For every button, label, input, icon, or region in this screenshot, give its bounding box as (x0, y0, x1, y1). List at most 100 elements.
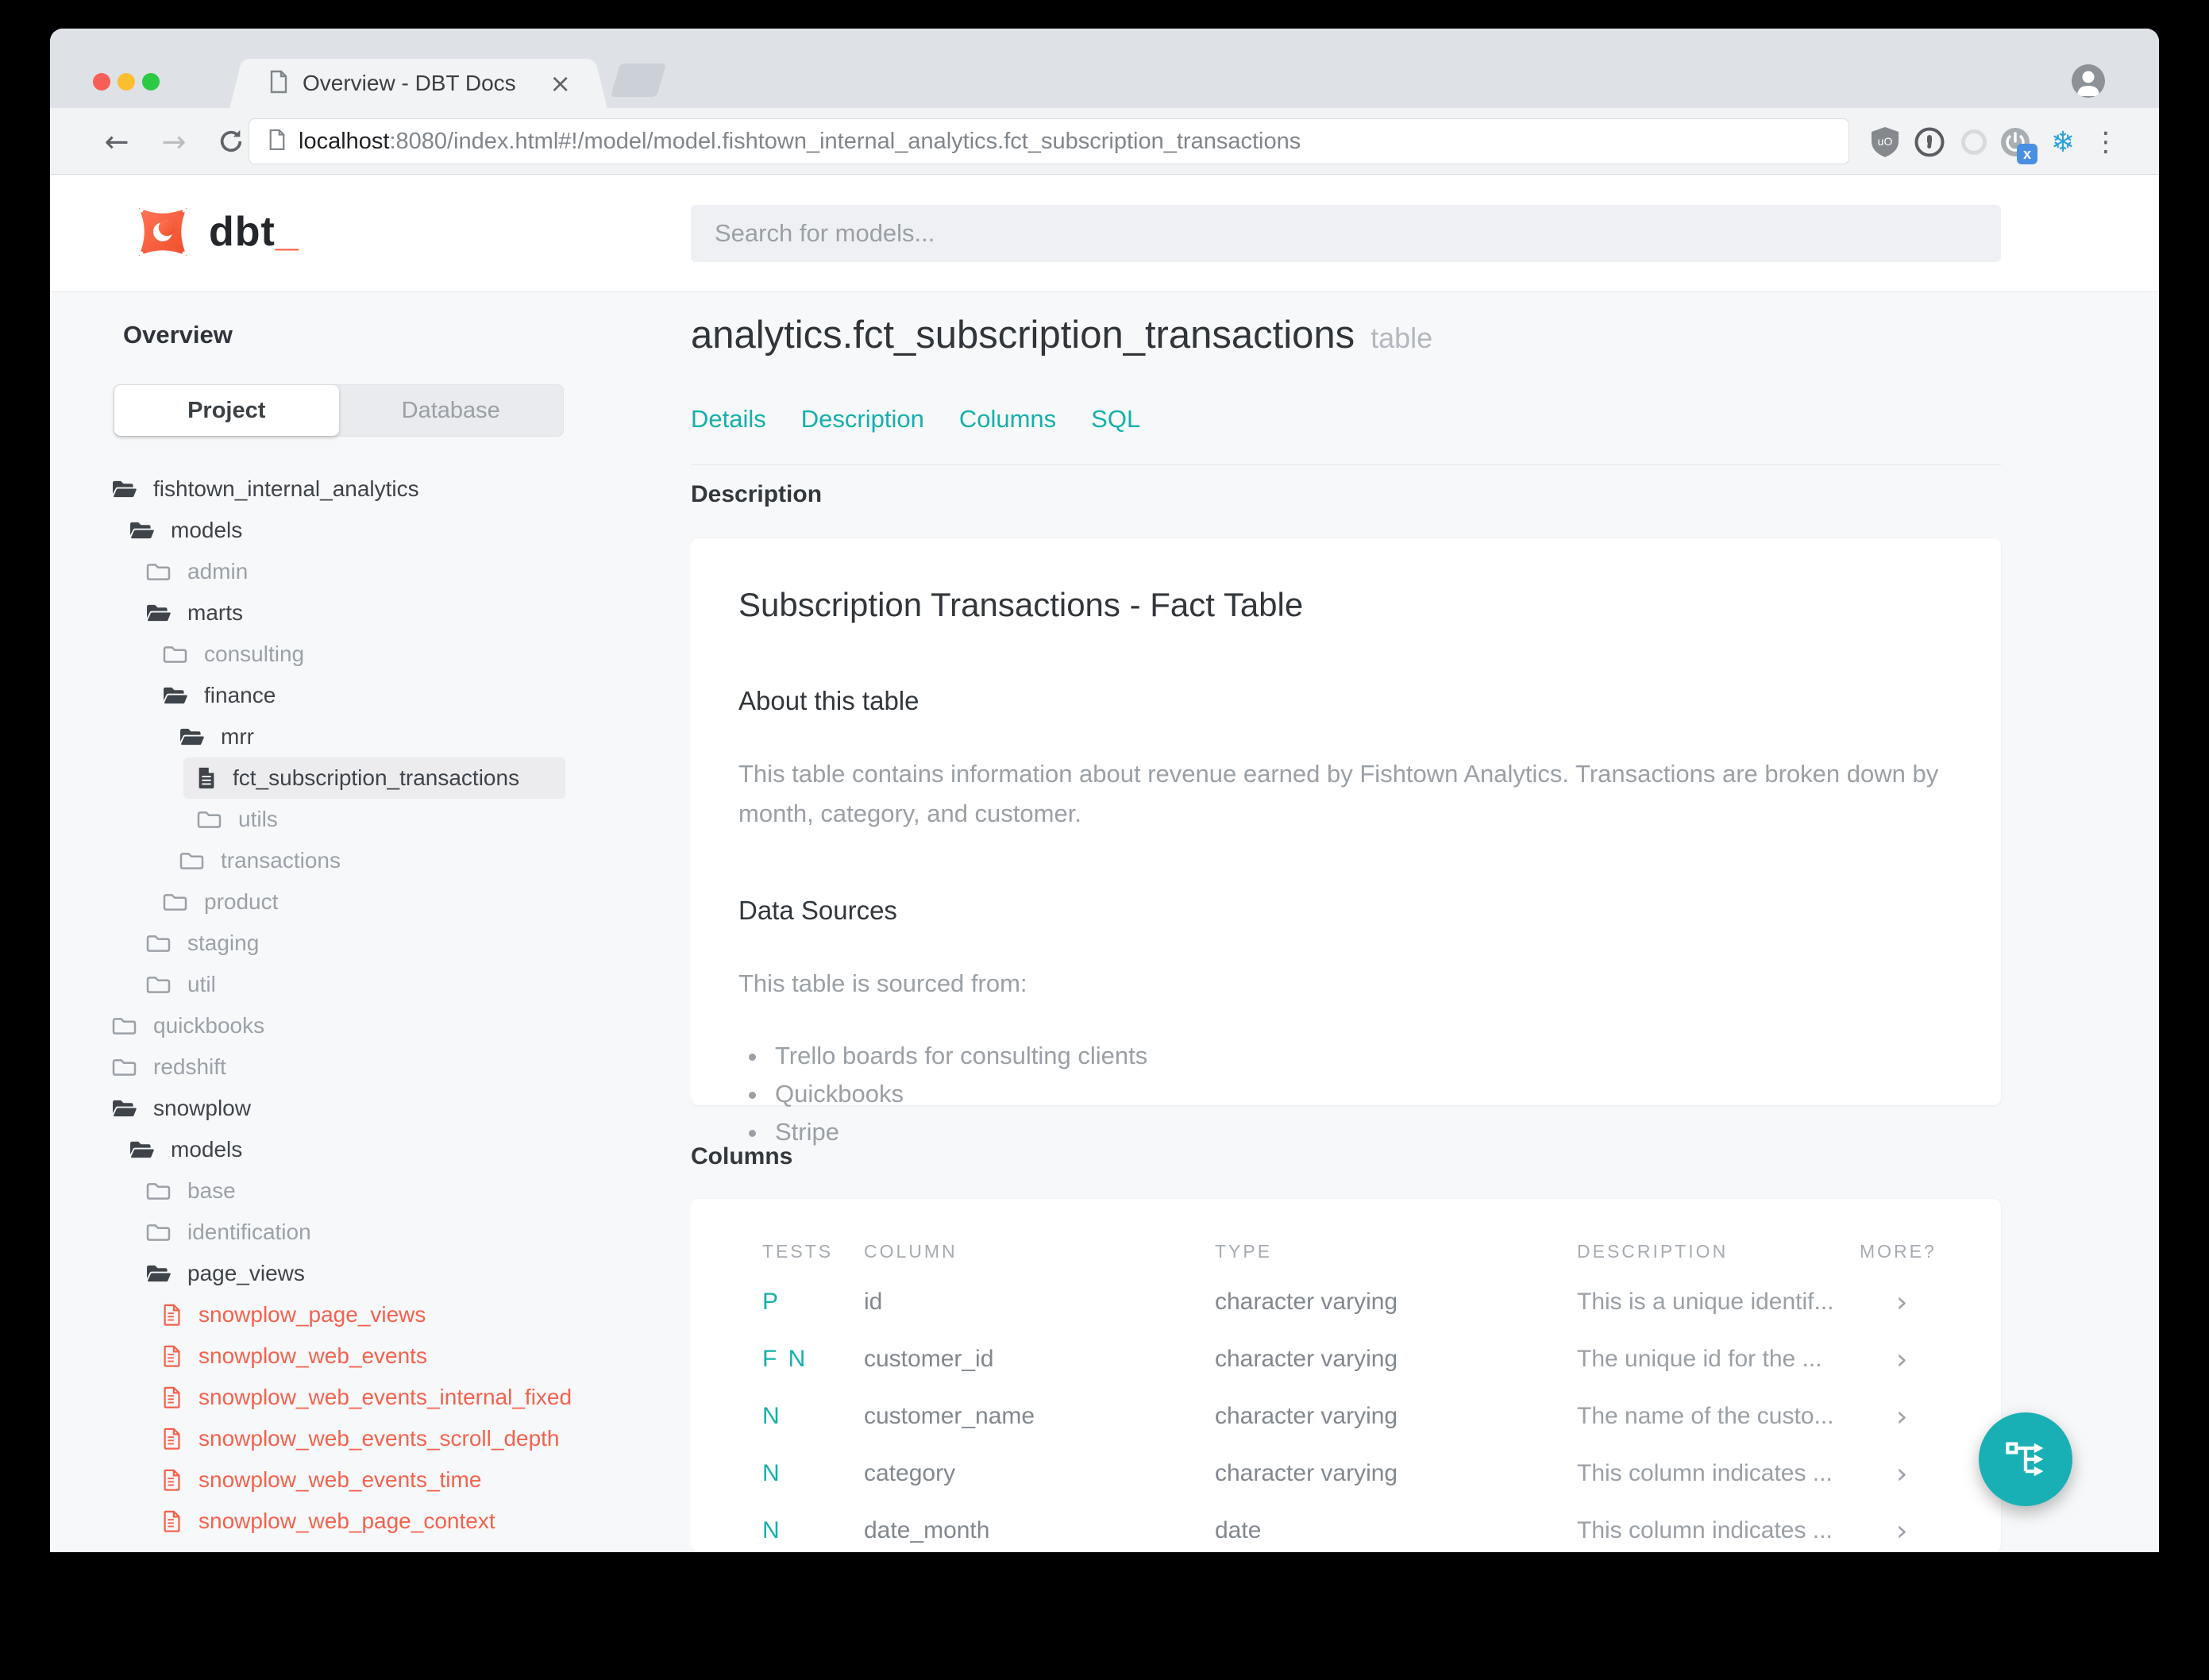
sidebar-item-snowplow[interactable]: snowplow (50, 1088, 677, 1129)
expand-chevron-icon[interactable]: › (1860, 1515, 1930, 1547)
main-content: analytics.fct_subscription_transactions t… (691, 292, 2159, 1552)
browser-profile-avatar[interactable] (2072, 64, 2105, 98)
sidebar-item-base[interactable]: base (50, 1170, 677, 1212)
tree-item-label: admin (187, 559, 249, 584)
sidebar-item-snowplow-web-page-context[interactable]: snowplow_web_page_context (50, 1501, 677, 1542)
column-name: customer_id (864, 1346, 994, 1372)
column-row-category[interactable]: Ncategory character varying This column in… (762, 1445, 1930, 1502)
sidebar-item-transactions[interactable]: transactions (50, 840, 677, 881)
description-section-label: Description (691, 481, 823, 507)
sidebar-item-utils[interactable]: utils (50, 799, 677, 840)
search-input[interactable] (691, 205, 2001, 262)
model-tree: fishtown_internal_analyticsmodels admin ma… (50, 468, 677, 1542)
sidebar-item-snowplow-web-events-scroll-depth[interactable]: snowplow_web_events_scroll_depth (50, 1418, 677, 1459)
nav-link-sql[interactable]: SQL (1091, 405, 1140, 433)
sidebar-item-identification[interactable]: identification (50, 1212, 677, 1253)
tests-badges: N (762, 1460, 782, 1486)
columns-section-label: Columns (691, 1143, 793, 1169)
url-page-icon (268, 129, 286, 155)
url-text: localhost:8080/index.html#!/model/model.… (299, 129, 1301, 155)
folder-open-icon (129, 1139, 155, 1161)
expand-chevron-icon[interactable]: › (1860, 1286, 1930, 1319)
sidebar-item-snowplow-web-events-internal-fixed[interactable]: snowplow_web_events_internal_fixed (50, 1377, 677, 1418)
sidebar-item-quickbooks[interactable]: quickbooks (50, 1005, 677, 1046)
sidebar-item-mrr[interactable]: mrr (50, 716, 677, 757)
columns-card: TESTS COLUMN TYPE DESCRIPTION MORE? Pid chara… (691, 1199, 2001, 1552)
page-favicon-icon (269, 70, 288, 98)
tree-item-label: finance (204, 683, 276, 707)
file-outline-icon (162, 1303, 183, 1327)
source-list-item: Trello boards for consulting clients (769, 1037, 1953, 1075)
nav-link-description[interactable]: Description (801, 405, 924, 433)
materialization-badge: table (1371, 322, 1433, 354)
sidebar-item-models[interactable]: models (50, 510, 677, 551)
dbt-logo[interactable]: dbt_ (131, 200, 299, 264)
folder-open-icon (129, 520, 155, 541)
onepassword-icon[interactable] (1911, 124, 1948, 160)
columns-table-body: Pid character varying This is a unique ide… (762, 1273, 1930, 1552)
sidebar-item-consulting[interactable]: consulting (50, 634, 677, 675)
tree-item-label: util (187, 972, 216, 996)
window-close-button[interactable] (93, 73, 110, 91)
reload-icon[interactable] (214, 124, 249, 159)
window-zoom-button[interactable] (142, 73, 160, 91)
browser-menu-icon[interactable]: ⋮ (2088, 124, 2124, 160)
sidebar-item-page-views[interactable]: page_views (50, 1253, 677, 1294)
ublock-origin-icon[interactable]: uO (1867, 124, 1903, 160)
expand-chevron-icon[interactable]: › (1860, 1401, 1930, 1433)
browser-window: Overview - DBT Docs × ← → localhost:8080… (50, 29, 2159, 1552)
sidebar-item-marts[interactable]: marts (50, 592, 677, 634)
sidebar-item-snowplow-page-views[interactable]: snowplow_page_views (50, 1294, 677, 1335)
column-description: This column indicates ... (1577, 1460, 1833, 1486)
expand-chevron-icon[interactable]: › (1860, 1458, 1930, 1490)
tree-item-label: models (171, 518, 243, 542)
column-description: The unique id for the ... (1577, 1346, 1822, 1372)
back-icon[interactable]: ← (99, 124, 134, 159)
folder-icon (162, 644, 188, 665)
sidebar-item-fishtown-internal-analytics[interactable]: fishtown_internal_analytics (50, 468, 677, 510)
svg-text:uO: uO (1878, 135, 1893, 148)
screenshot-frame: Overview - DBT Docs × ← → localhost:8080… (0, 0, 2209, 1680)
column-row-customer-name[interactable]: Ncustomer_name character varying The name … (762, 1388, 1930, 1445)
columns-table-header: TESTS COLUMN TYPE DESCRIPTION MORE? (762, 1229, 1934, 1273)
sidebar-tab-project[interactable]: Project (114, 385, 339, 436)
sidebar-item-finance[interactable]: finance (50, 675, 677, 716)
column-header-type: TYPE (1215, 1240, 1273, 1262)
column-row-id[interactable]: Pid character varying This is a unique ide… (762, 1273, 1930, 1331)
column-description: This column indicates ... (1577, 1517, 1833, 1543)
new-tab-button[interactable] (610, 64, 667, 97)
forward-icon: → (161, 124, 187, 159)
folder-icon (196, 809, 222, 830)
power-extension-icon[interactable]: x (1997, 124, 2037, 164)
sidebar-item-util[interactable]: util (50, 964, 677, 1005)
sidebar-item-snowplow-web-events-time[interactable]: snowplow_web_events_time (50, 1459, 677, 1501)
sidebar-item-staging[interactable]: staging (50, 923, 677, 964)
window-minimize-button[interactable] (118, 73, 135, 91)
folder-icon (162, 892, 188, 913)
sources-heading: Data Sources (738, 896, 897, 925)
folder-icon (145, 1222, 172, 1243)
column-row-customer-id[interactable]: F N customer_id character varying The uniqu… (762, 1331, 1930, 1388)
expand-chevron-icon[interactable]: › (1860, 1343, 1930, 1376)
sidebar-item-redshift[interactable]: redshift (50, 1046, 677, 1088)
browser-tab[interactable]: Overview - DBT Docs × (247, 59, 590, 108)
browser-tab-bar: Overview - DBT Docs × (50, 29, 2159, 108)
url-bar[interactable]: localhost:8080/index.html#!/model/model.… (249, 118, 1849, 164)
lineage-graph-fab[interactable] (1979, 1412, 2072, 1506)
folder-open-icon (145, 603, 172, 624)
tests-badges: N (762, 1403, 782, 1429)
pocket-icon[interactable] (1956, 124, 1992, 160)
tree-item-label: models (171, 1137, 243, 1162)
column-row-date-month[interactable]: Ndate_month date This column indicates ...… (762, 1502, 1930, 1552)
nav-link-details[interactable]: Details (691, 405, 766, 433)
sidebar-item-models[interactable]: models (50, 1129, 677, 1170)
sidebar-item-admin[interactable]: admin (50, 551, 677, 592)
sidebar-item-fct-subscription-transactions[interactable]: fct_subscription_transactions (183, 757, 565, 799)
sidebar-item-product[interactable]: product (50, 881, 677, 923)
nav-link-columns[interactable]: Columns (959, 405, 1056, 433)
sidebar-item-snowplow-web-events[interactable]: snowplow_web_events (50, 1335, 677, 1377)
snowflake-icon[interactable]: ❄ (2045, 124, 2081, 160)
sidebar-tab-database[interactable]: Database (339, 385, 564, 436)
tab-close-icon[interactable]: × (549, 71, 571, 96)
dbt-logo-icon (138, 207, 187, 256)
